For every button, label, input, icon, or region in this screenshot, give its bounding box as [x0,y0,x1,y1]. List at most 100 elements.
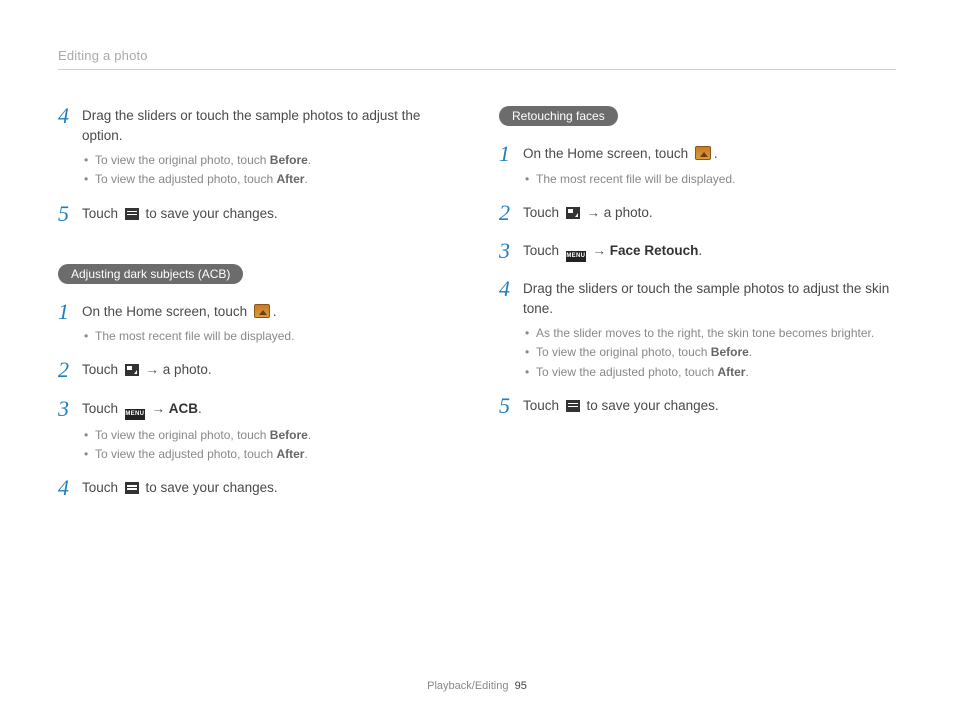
subitem: To view the original photo, touch Before… [82,426,455,445]
text: Touch [523,398,563,413]
text: To view the original photo, touch [95,428,270,442]
step-5: 5 Touch to save your changes. [499,396,896,420]
step-number: 1 [499,142,523,187]
arrow-icon: → [142,362,163,377]
step-3: 3 Touch MENU → ACB. To view the original… [58,399,455,464]
step-number: 5 [58,202,82,226]
page-header: Editing a photo [58,48,896,70]
text: Touch [82,362,122,377]
text: Touch [523,205,563,220]
step-body: Touch to save your changes. [523,396,896,420]
gallery-icon [695,146,711,160]
subitem: The most recent file will be displayed. [523,170,896,189]
page-footer: Playback/Editing 95 [0,680,954,692]
arrow-icon: → [148,401,169,416]
menu-icon: MENU [566,251,586,262]
step-body: Touch to save your changes. [82,478,455,502]
bold: Before [270,153,308,167]
bold: ACB [169,401,198,416]
section-pill-retouch: Retouching faces [499,106,618,126]
step-number: 2 [499,201,523,225]
text: To view the adjusted photo, touch [95,447,276,461]
step-4: 4 Drag the sliders or touch the sample p… [58,106,455,190]
bold: After [717,365,745,379]
text: To view the original photo, touch [536,345,711,359]
arrow-icon: → [583,205,604,220]
step-3: 3 Touch MENU → Face Retouch. [499,241,896,265]
text: . [198,401,202,416]
step-number: 1 [58,300,82,345]
step-number: 4 [58,104,82,188]
step-sublist: To view the original photo, touch Before… [82,426,455,464]
subitem: To view the original photo, touch Before… [82,151,455,170]
content-columns: 4 Drag the sliders or touch the sample p… [58,106,896,516]
step-body: Touch to save your changes. [82,204,455,228]
subitem: To view the adjusted photo, touch After. [523,363,896,382]
bold: Face Retouch [610,243,699,258]
text: . [273,304,277,319]
step-sublist: The most recent file will be displayed. [82,327,455,346]
step-text: Drag the sliders or touch the sample pho… [523,281,889,316]
menu-icon: MENU [125,409,145,420]
step-4b: 4 Touch to save your changes. [58,478,455,502]
text: . [308,428,311,442]
bold: Before [270,428,308,442]
step-number: 3 [58,397,82,462]
step-5: 5 Touch to save your changes. [58,204,455,228]
footer-page-number: 95 [515,680,527,692]
step-text: Drag the sliders or touch the sample pho… [82,108,420,143]
text: Touch [82,206,122,221]
subitem: The most recent file will be displayed. [82,327,455,346]
save-icon [125,482,139,494]
text: On the Home screen, touch [523,146,692,161]
photo-icon [125,364,139,376]
text: On the Home screen, touch [82,304,251,319]
text: To view the adjusted photo, touch [536,365,717,379]
text: Touch [82,480,122,495]
section-pill-acb: Adjusting dark subjects (ACB) [58,264,243,284]
step-1: 1 On the Home screen, touch . The most r… [58,302,455,347]
subitem: As the slider moves to the right, the sk… [523,324,896,343]
text: . [749,345,752,359]
step-sublist: As the slider moves to the right, the sk… [523,324,896,382]
page-header-title: Editing a photo [58,48,896,63]
step-body: Drag the sliders or touch the sample pho… [523,279,896,382]
step-body: Touch → a photo. [523,203,896,227]
step-number: 2 [58,358,82,382]
text: to save your changes. [142,480,278,495]
step-sublist: The most recent file will be displayed. [523,170,896,189]
save-icon [125,208,139,220]
step-number: 3 [499,239,523,263]
step-2: 2 Touch → a photo. [58,360,455,384]
step-2: 2 Touch → a photo. [499,203,896,227]
text: to save your changes. [142,206,278,221]
right-column: Retouching faces 1 On the Home screen, t… [499,106,896,516]
step-body: On the Home screen, touch . The most rec… [523,144,896,189]
subitem: To view the adjusted photo, touch After. [82,445,455,464]
step-body: Touch MENU → Face Retouch. [523,241,896,265]
step-number: 4 [499,277,523,380]
left-column: 4 Drag the sliders or touch the sample p… [58,106,455,516]
text: to save your changes. [583,398,719,413]
text: . [308,153,311,167]
header-rule [58,69,896,70]
text: . [714,146,718,161]
text: Touch [523,243,563,258]
step-1: 1 On the Home screen, touch . The most r… [499,144,896,189]
step-sublist: To view the original photo, touch Before… [82,151,455,189]
arrow-icon: → [589,243,610,258]
subitem: To view the original photo, touch Before… [523,343,896,362]
text: . [304,172,307,186]
photo-icon [566,207,580,219]
text: Touch [82,401,122,416]
step-number: 4 [58,476,82,500]
bold: Before [711,345,749,359]
text: To view the original photo, touch [95,153,270,167]
step-4: 4 Drag the sliders or touch the sample p… [499,279,896,382]
bold: After [276,172,304,186]
footer-section: Playback/Editing [427,680,508,692]
subitem: To view the adjusted photo, touch After. [82,170,455,189]
text: a photo. [604,205,653,220]
text: . [304,447,307,461]
text: . [698,243,702,258]
